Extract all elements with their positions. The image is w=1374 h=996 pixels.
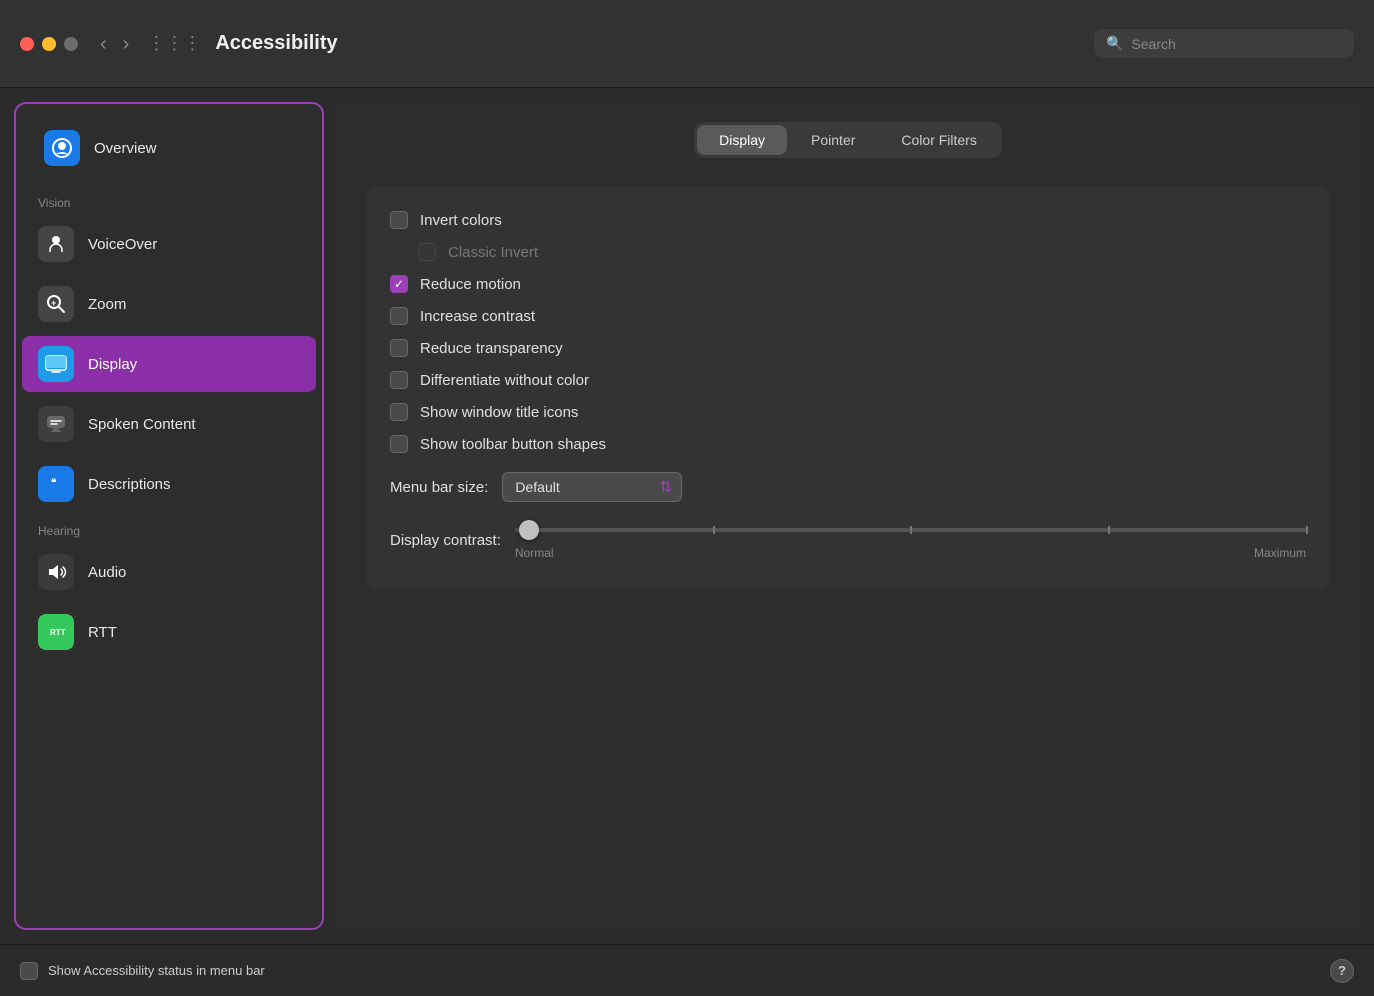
- fullscreen-button[interactable]: [64, 37, 78, 51]
- show-window-title-icons-label: Show window title icons: [420, 404, 578, 421]
- differentiate-without-color-checkbox[interactable]: [390, 371, 408, 389]
- tab-color-filters[interactable]: Color Filters: [879, 125, 998, 155]
- display-label: Display: [88, 356, 137, 373]
- show-toolbar-button-shapes-checkbox[interactable]: [390, 435, 408, 453]
- nav-arrows: ‹ ›: [94, 30, 135, 58]
- reduce-motion-label: Reduce motion: [420, 276, 521, 293]
- slider-track: [515, 528, 1306, 532]
- audio-icon: [38, 554, 74, 590]
- overview-icon: [44, 130, 80, 166]
- bottom-bar: Show Accessibility status in menu bar ?: [0, 944, 1374, 996]
- minimize-button[interactable]: [42, 37, 56, 51]
- reduce-motion-row: ✓ Reduce motion: [390, 268, 1306, 300]
- invert-colors-checkbox[interactable]: [390, 211, 408, 229]
- page-title: Accessibility: [215, 32, 1094, 55]
- sidebar-item-display[interactable]: Display: [22, 336, 316, 392]
- differentiate-without-color-label: Differentiate without color: [420, 372, 589, 389]
- show-toolbar-button-shapes-row: Show toolbar button shapes: [390, 428, 1306, 460]
- increase-contrast-row: Increase contrast: [390, 300, 1306, 332]
- tabs: Display Pointer Color Filters: [366, 122, 1330, 158]
- menu-bar-size-select-wrapper: Default Large ⇅: [502, 472, 682, 502]
- differentiate-without-color-row: Differentiate without color: [390, 364, 1306, 396]
- tab-pointer[interactable]: Pointer: [789, 125, 877, 155]
- display-contrast-row: Display contrast: Normal Maximum: [390, 510, 1306, 570]
- voiceover-icon: [38, 226, 74, 262]
- help-button[interactable]: ?: [1330, 959, 1354, 983]
- svg-text:+: +: [51, 298, 56, 308]
- traffic-lights: [20, 37, 78, 51]
- slider-track-wrapper: [515, 520, 1306, 540]
- overview-label: Overview: [94, 140, 157, 157]
- sidebar-item-zoom[interactable]: + Zoom: [22, 276, 316, 332]
- search-input[interactable]: [1131, 36, 1342, 52]
- sidebar-item-descriptions[interactable]: ❝ Descriptions: [22, 456, 316, 512]
- audio-label: Audio: [88, 564, 126, 581]
- reduce-motion-checkbox[interactable]: ✓: [390, 275, 408, 293]
- titlebar: ‹ › ⋮⋮⋮ Accessibility 🔍: [0, 0, 1374, 88]
- slider-max-label: Maximum: [1254, 546, 1306, 560]
- sidebar-item-overview[interactable]: Overview: [28, 120, 310, 176]
- tab-group: Display Pointer Color Filters: [694, 122, 1002, 158]
- settings-section: Invert colors Classic Invert ✓ Reduce mo…: [366, 186, 1330, 588]
- spoken-content-label: Spoken Content: [88, 416, 196, 433]
- slider-container: Normal Maximum: [515, 520, 1306, 560]
- menu-bar-size-row: Menu bar size: Default Large ⇅: [390, 460, 1306, 510]
- status-menu-bar-checkbox[interactable]: [20, 962, 38, 980]
- bottom-bar-left: Show Accessibility status in menu bar: [20, 962, 265, 980]
- slider-tick-1: [713, 526, 715, 534]
- status-menu-bar-label: Show Accessibility status in menu bar: [48, 963, 265, 978]
- sidebar-item-spoken-content[interactable]: Spoken Content: [22, 396, 316, 452]
- invert-colors-row: Invert colors: [390, 204, 1306, 236]
- reduce-transparency-row: Reduce transparency: [390, 332, 1306, 364]
- display-icon: [38, 346, 74, 382]
- menu-bar-size-select[interactable]: Default Large: [502, 472, 682, 502]
- search-icon: 🔍: [1106, 35, 1123, 52]
- descriptions-label: Descriptions: [88, 476, 171, 493]
- zoom-label: Zoom: [88, 296, 126, 313]
- content-panel: Display Pointer Color Filters Invert col…: [336, 102, 1360, 930]
- sidebar-item-rtt[interactable]: RTT RTT: [22, 604, 316, 660]
- svg-text:RTT: RTT: [50, 628, 66, 637]
- slider-thumb[interactable]: [519, 520, 539, 540]
- zoom-icon: +: [38, 286, 74, 322]
- classic-invert-checkbox[interactable]: [418, 243, 436, 261]
- classic-invert-row: Classic Invert: [390, 236, 1306, 268]
- sidebar-item-audio[interactable]: Audio: [22, 544, 316, 600]
- classic-invert-label: Classic Invert: [448, 244, 538, 261]
- sidebar-item-voiceover[interactable]: VoiceOver: [22, 216, 316, 272]
- slider-tick-2: [910, 526, 912, 534]
- back-button[interactable]: ‹: [94, 30, 113, 58]
- app-grid-icon[interactable]: ⋮⋮⋮: [147, 33, 201, 54]
- tab-display[interactable]: Display: [697, 125, 787, 155]
- main-content: Overview Vision VoiceOver +: [0, 88, 1374, 944]
- hearing-section-label: Hearing: [16, 514, 322, 542]
- svg-text:❝: ❝: [51, 478, 57, 489]
- show-toolbar-button-shapes-label: Show toolbar button shapes: [420, 436, 606, 453]
- display-contrast-label: Display contrast:: [390, 532, 501, 549]
- slider-tick-4: [1306, 526, 1308, 534]
- invert-colors-label: Invert colors: [420, 212, 502, 229]
- rtt-label: RTT: [88, 624, 117, 641]
- forward-button[interactable]: ›: [117, 30, 136, 58]
- rtt-icon: RTT: [38, 614, 74, 650]
- search-box[interactable]: 🔍: [1094, 29, 1354, 58]
- menu-bar-size-label: Menu bar size:: [390, 479, 488, 496]
- descriptions-icon: ❝: [38, 466, 74, 502]
- reduce-transparency-label: Reduce transparency: [420, 340, 563, 357]
- show-window-title-icons-checkbox[interactable]: [390, 403, 408, 421]
- reduce-transparency-checkbox[interactable]: [390, 339, 408, 357]
- slider-labels: Normal Maximum: [515, 546, 1306, 560]
- slider-tick-3: [1108, 526, 1110, 534]
- show-window-title-icons-row: Show window title icons: [390, 396, 1306, 428]
- sidebar-top: Overview: [16, 104, 322, 186]
- voiceover-label: VoiceOver: [88, 236, 157, 253]
- increase-contrast-label: Increase contrast: [420, 308, 535, 325]
- increase-contrast-checkbox[interactable]: [390, 307, 408, 325]
- close-button[interactable]: [20, 37, 34, 51]
- vision-section-label: Vision: [16, 186, 322, 214]
- slider-min-label: Normal: [515, 546, 554, 560]
- spoken-content-icon: [38, 406, 74, 442]
- sidebar: Overview Vision VoiceOver +: [14, 102, 324, 930]
